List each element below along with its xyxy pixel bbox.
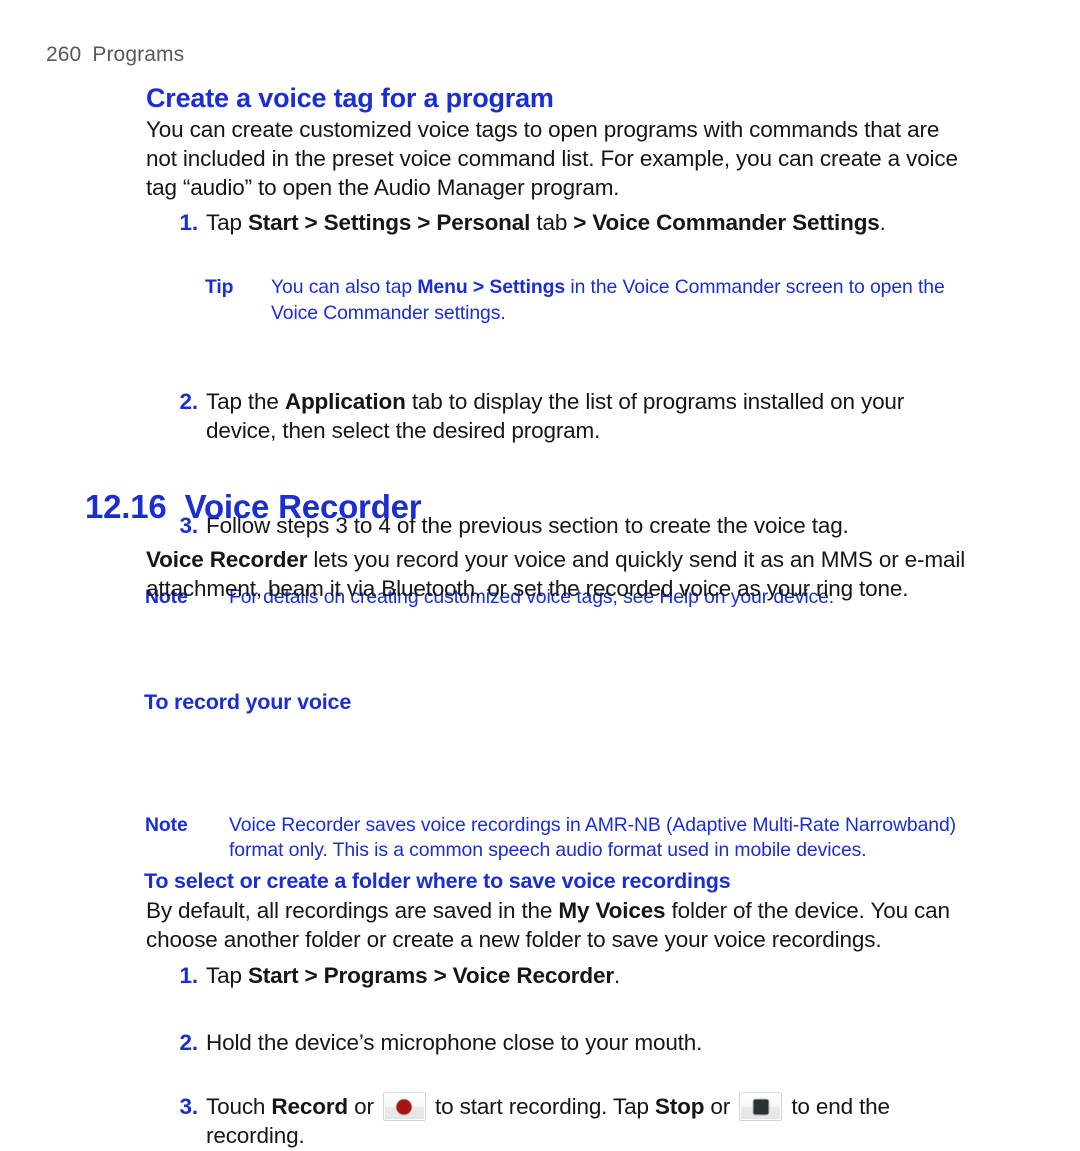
- tip-block: Tip You can also tap Menu > Settings in …: [205, 275, 980, 326]
- list-item-record-1: 1. Tap Start > Programs > Voice Recorder…: [172, 961, 982, 990]
- page-number: 260: [46, 43, 82, 66]
- running-header: 260 Programs: [46, 42, 184, 68]
- list-item-record-3: 3. Touch Record or to start recording. T…: [172, 1092, 982, 1150]
- list-item-text: Touch Record or to start recording. Tap …: [206, 1092, 890, 1149]
- list-marker: 1.: [179, 962, 199, 988]
- section-number: 12.16: [85, 488, 167, 525]
- heading-select-or-create-folder: To select or create a folder where to sa…: [144, 869, 731, 893]
- stop-button-icon[interactable]: [739, 1092, 783, 1122]
- note-label: Note: [145, 814, 188, 837]
- heading-section-12-16: 12.16 Voice Recorder: [85, 487, 985, 527]
- note-block-voice-recorder: Note Voice Recorder saves voice recordin…: [145, 813, 1015, 864]
- heading-to-record-your-voice: To record your voice: [144, 690, 352, 714]
- list-marker: 2.: [179, 389, 199, 415]
- list-item-text: Tap Start > Programs > Voice Recorder.: [206, 962, 621, 988]
- list-item-text: Tap Start > Settings > Personal tab > Vo…: [206, 210, 886, 235]
- list-item-voice-tag-1: 1. Tap Start > Settings > Personal tab >…: [172, 208, 982, 237]
- list-marker: 1.: [179, 210, 199, 235]
- note-text: Voice Recorder saves voice recordings in…: [229, 814, 956, 862]
- tip-text: You can also tap Menu > Settings in the …: [271, 276, 945, 324]
- list-item-text: Hold the device’s microphone close to yo…: [206, 1030, 703, 1056]
- record-button-icon[interactable]: [382, 1092, 426, 1122]
- paragraph-folder: By default, all recordings are saved in …: [146, 898, 950, 953]
- list-item-voice-tag-2: 2. Tap the Application tab to display th…: [172, 387, 962, 445]
- list-marker: 2.: [179, 1030, 199, 1056]
- list-marker: 3.: [179, 1094, 199, 1120]
- list-item-text: Tap the Application tab to display the l…: [206, 389, 905, 444]
- running-head-title: Programs: [92, 43, 185, 66]
- stop-square-icon: [753, 1099, 769, 1115]
- manual-page: 260 Programs Create a voice tag for a pro…: [0, 0, 1080, 1148]
- heading-create-voice-tag: Create a voice tag for a program: [146, 83, 554, 113]
- list-item-record-2: 2. Hold the device’s microphone close to…: [172, 1028, 982, 1057]
- paragraph-voice-tag-intro: You can create customized voice tags to …: [146, 117, 958, 201]
- section-title: Voice Recorder: [184, 488, 422, 525]
- tip-label: Tip: [205, 276, 234, 299]
- paragraph-voice-recorder-intro: Voice Recorder lets you record your voic…: [146, 547, 966, 602]
- record-dot-icon: [396, 1099, 412, 1115]
